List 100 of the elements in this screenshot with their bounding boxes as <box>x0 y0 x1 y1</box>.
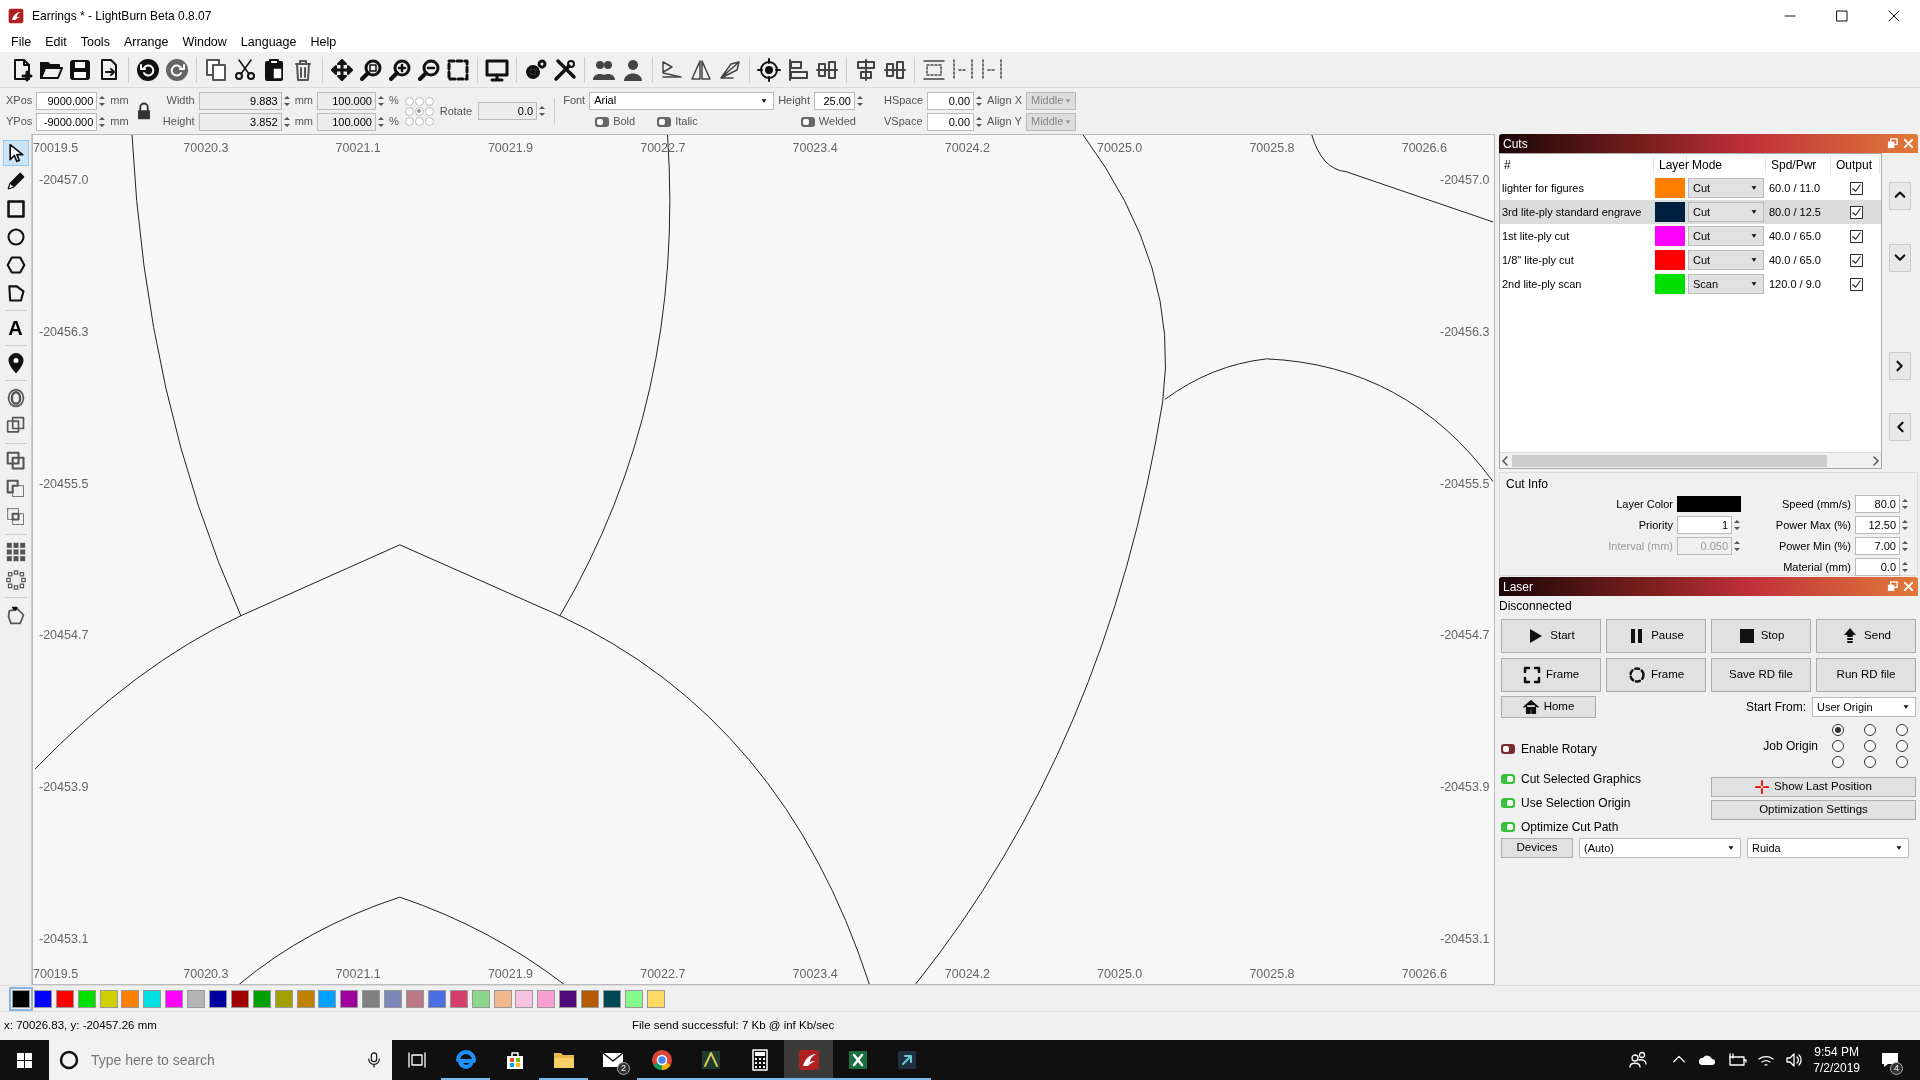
height-field[interactable]: 3.852 <box>198 112 282 131</box>
ruler-label: -20453.9 <box>1440 779 1490 797</box>
toggle-label: Use Selection Origin <box>1521 795 1631 812</box>
toggle-label: Italic <box>675 114 698 130</box>
ruler-label: -20457.0 <box>1440 172 1490 189</box>
layer-name: 3rd lite-ply standard engrave <box>1501 204 1643 220</box>
home-button[interactable]: Home <box>1501 696 1596 718</box>
ruler-label: 70023.4 <box>792 140 838 157</box>
menu-item[interactable]: Window <box>175 32 234 52</box>
speed-power-value: 60.0 / 11.0 <box>1768 180 1822 196</box>
ruler-label: -20453.1 <box>1440 931 1490 948</box>
ruler-label: 70022.7 <box>640 966 686 983</box>
ruler-label: 70026.6 <box>1401 140 1447 157</box>
laser-button[interactable]: Frame <box>1501 658 1601 692</box>
layer-row[interactable]: lighter for figures Cut 60.0 / 11.0 <box>1500 176 1881 200</box>
column-header: Layer <box>1655 156 1687 174</box>
laser-button[interactable]: Pause <box>1606 619 1706 653</box>
unit-label: % <box>388 114 399 130</box>
controller-dropdown[interactable]: Ruida <box>1747 838 1909 858</box>
ruler-label: -20454.7 <box>1440 627 1490 645</box>
menu-item[interactable]: Arrange <box>116 32 176 52</box>
width-field[interactable]: 9.883 <box>198 91 282 110</box>
notifications-button[interactable]: 4 <box>1870 1040 1910 1080</box>
search-field[interactable]: Type here to search <box>49 1040 392 1080</box>
text-tool-button[interactable]: A <box>2 315 29 341</box>
mode-dropdown[interactable]: Scan <box>1688 274 1764 294</box>
column-header: Output <box>1832 156 1880 174</box>
unit-label: mm <box>110 114 129 130</box>
laser-button[interactable]: Stop <box>1711 619 1811 653</box>
ruler-label: 70023.4 <box>792 966 838 983</box>
optimization-settings-button[interactable]: Optimization Settings <box>1711 800 1916 820</box>
setting-field[interactable]: 80.0 <box>1855 495 1900 513</box>
ruler-label: -20453.1 <box>39 931 89 948</box>
device-dropdown[interactable]: (Auto) <box>1579 838 1741 858</box>
layer-name: 1/8" lite-ply cut <box>1501 252 1575 268</box>
toggle-label: Enable Rotary <box>1521 741 1598 758</box>
menu-item[interactable]: Edit <box>38 32 74 52</box>
start-from-dropdown[interactable]: User Origin <box>1812 697 1916 717</box>
menu-item[interactable]: Tools <box>73 32 117 52</box>
count-badge: 2 <box>617 1062 630 1075</box>
scale-field[interactable]: 100.000 <box>316 91 376 110</box>
speed-power-value: 40.0 / 65.0 <box>1768 228 1822 244</box>
mode-dropdown[interactable]: Cut <box>1688 178 1764 198</box>
ruler-label: 70021.9 <box>487 140 534 157</box>
menu-item[interactable]: Help <box>303 32 344 52</box>
ruler-label: 70024.2 <box>944 140 990 157</box>
text-height-field[interactable]: 25.00 <box>813 91 855 110</box>
setting-field[interactable]: 0.0 <box>1855 558 1900 576</box>
field-label: Job Origin <box>1763 738 1818 755</box>
mode-dropdown[interactable]: Cut <box>1688 202 1764 222</box>
field-label: Power Max (%) <box>1774 517 1851 533</box>
laser-button[interactable]: Run RD file <box>1816 658 1916 692</box>
layer-row[interactable]: 2nd lite-ply scan Scan 120.0 / 9.0 <box>1500 272 1881 296</box>
field-label: HSpace <box>883 93 924 109</box>
show-last-position-button[interactable]: Show Last Position <box>1711 777 1916 797</box>
column-header: Spd/Pwr <box>1767 156 1831 174</box>
vspace-field[interactable]: 0.00 <box>927 112 975 131</box>
unit-label: mm <box>294 114 313 130</box>
field-label: VSpace <box>883 114 924 130</box>
xpos-field[interactable]: 9000.000 <box>36 91 98 110</box>
ruler-label: 70025.8 <box>1249 966 1295 983</box>
laser-button[interactable]: Send <box>1816 619 1916 653</box>
search-input[interactable]: Type here to search <box>89 1048 356 1072</box>
laser-button[interactable]: Frame <box>1606 658 1706 692</box>
menu-item[interactable]: Language <box>233 32 304 52</box>
clock-date: 7/2/2019 <box>1813 1060 1860 1077</box>
ruler-label: -20453.9 <box>39 779 89 797</box>
taskbar-app[interactable]: 2 <box>588 1040 637 1080</box>
ruler-label: 70019.5 <box>33 140 79 157</box>
menu-item[interactable]: File <box>4 32 39 52</box>
speed-power-value: 120.0 / 9.0 <box>1768 276 1822 292</box>
ruler-label: 70024.2 <box>944 966 990 983</box>
setting-field[interactable]: 12.50 <box>1855 516 1900 534</box>
mode-dropdown[interactable]: Cut <box>1688 250 1764 270</box>
field-label: Rotate <box>439 103 473 119</box>
column-header: # <box>1500 156 1654 174</box>
count-badge: 4 <box>1890 1062 1903 1075</box>
laser-button[interactable]: Start <box>1501 619 1601 653</box>
ypos-field[interactable]: -9000.000 <box>36 112 98 131</box>
layer-row[interactable]: 1st lite-ply cut Cut 40.0 / 65.0 <box>1500 224 1881 248</box>
layer-row[interactable]: 1/8" lite-ply cut Cut 40.0 / 65.0 <box>1500 248 1881 272</box>
field-label: Height <box>778 93 810 109</box>
devices-button[interactable]: Devices <box>1501 838 1573 858</box>
font-dropdown[interactable]: Arial <box>589 91 775 110</box>
mode-dropdown[interactable]: Cut <box>1688 226 1764 246</box>
setting-field[interactable]: 1 <box>1677 516 1732 534</box>
speed-power-value: 40.0 / 65.0 <box>1768 252 1822 268</box>
setting-field[interactable]: 7.00 <box>1855 537 1900 555</box>
field-label: Interval (mm) <box>1607 538 1673 554</box>
cursor-coordinates: x: 70026.83, y: -20457.26 mm <box>3 1018 158 1034</box>
hspace-field[interactable]: 0.00 <box>927 91 975 110</box>
ruler-label: 70025.8 <box>1249 140 1295 157</box>
rotate-field[interactable]: 0.0 <box>478 102 538 120</box>
laser-button[interactable]: Save RD file <box>1711 658 1811 692</box>
field-label: Layer Color <box>1615 496 1673 512</box>
ruler-label: -20455.5 <box>39 475 89 493</box>
unit-label: % <box>388 93 399 109</box>
column-header: Mode <box>1688 156 1766 174</box>
scale-field[interactable]: 100.000 <box>316 112 376 131</box>
layer-row[interactable]: 3rd lite-ply standard engrave Cut 80.0 / 12.5 <box>1500 200 1881 224</box>
